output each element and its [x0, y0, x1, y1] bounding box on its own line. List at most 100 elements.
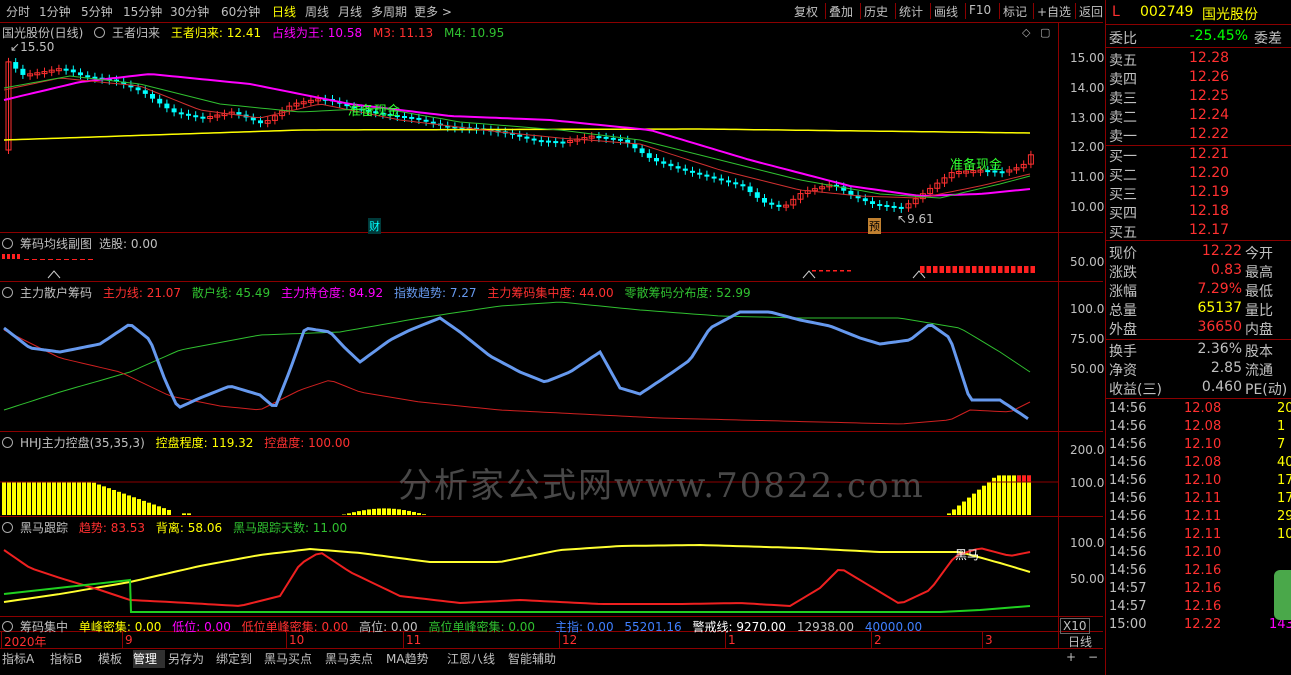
- tick-volume: 29: [1277, 509, 1291, 524]
- bottom-tab[interactable]: 管理: [133, 650, 165, 668]
- candle-body: [862, 198, 868, 202]
- candle-body: [704, 174, 710, 177]
- indicator-value: 单峰密集: 0.00: [78, 620, 162, 634]
- tick-volume: 1: [1277, 419, 1286, 434]
- label: 换手: [1109, 344, 1137, 360]
- bottom-tab[interactable]: 指标B: [50, 650, 95, 668]
- bottom-tab[interactable]: MA趋势: [386, 650, 444, 668]
- tick-time: 14:56: [1109, 509, 1147, 524]
- date-label: 2: [874, 633, 882, 647]
- tick-time: 14:56: [1109, 401, 1147, 416]
- panel-title: 黑马跟踪: [20, 521, 69, 535]
- tick-volume: 107: [1277, 527, 1291, 542]
- axis-label: 100.0: [1070, 476, 1105, 490]
- candle-body: [531, 138, 537, 141]
- candle-body: [178, 112, 184, 115]
- label: 买四: [1109, 206, 1137, 222]
- divider: [0, 648, 1103, 649]
- bottom-tab[interactable]: 指标A: [2, 650, 47, 668]
- panel-menu-icon[interactable]: [2, 522, 13, 533]
- high-price-marker: ↙15.50: [10, 40, 55, 54]
- darkhorse-days-line: [3, 578, 1031, 613]
- panel-menu-icon[interactable]: [94, 27, 106, 38]
- main-panel-header: 国光股份(日线) 王者归来 王者归来: 12.41 占线为王: 10.58 M3…: [2, 24, 511, 41]
- side-widget[interactable]: [1274, 570, 1291, 620]
- panel-menu-icon[interactable]: [2, 287, 13, 298]
- zoom-out-button[interactable]: −: [1088, 650, 1098, 664]
- ma-line-yellow: [3, 128, 1031, 141]
- tick-time: 14:56: [1109, 563, 1147, 578]
- tick-row: 14:56 12.10 17: [1109, 473, 1291, 491]
- tick-row: 14:56 12.16: [1109, 563, 1291, 581]
- bottom-tab[interactable]: 智能辅助: [508, 650, 566, 668]
- tick-row: 14:56 12.11 107: [1109, 527, 1291, 545]
- candle-body: [200, 116, 206, 119]
- finance-marker[interactable]: 财: [368, 218, 381, 234]
- indicator-name: 王者归来: [112, 26, 161, 40]
- indicator-value: 零散筹码分布度: 52.99: [624, 286, 751, 300]
- zoom-in-button[interactable]: +: [1066, 650, 1076, 664]
- indicator-value: 主力线: 21.07: [102, 286, 182, 300]
- candle-body: [150, 94, 155, 99]
- tick-volume: 17: [1277, 491, 1291, 506]
- candle-body: [661, 161, 667, 164]
- expand-icon[interactable]: ▢: [1040, 26, 1050, 39]
- label: 涨幅: [1109, 284, 1137, 300]
- deviation-line: [3, 543, 1031, 603]
- candle-body: [747, 186, 753, 193]
- trend-line: [3, 547, 1031, 608]
- candle-body: [416, 117, 422, 120]
- indicator-value: 高位单峰密集: 0.00: [428, 620, 536, 634]
- bottom-tab[interactable]: 江恩八线: [447, 650, 505, 668]
- axis-label: 100.0: [1070, 302, 1105, 316]
- price: 12.22: [1189, 126, 1230, 142]
- bottom-tab[interactable]: 绑定到: [216, 650, 261, 668]
- concentration-panel-header: 筹码集中 单峰密集: 0.00 低位: 0.00 低位单峰密集: 0.00 高位…: [2, 618, 542, 635]
- ma-line-red: [3, 77, 1031, 199]
- panel-title: 筹码集中: [20, 620, 69, 634]
- label: 最低: [1245, 284, 1273, 300]
- indicator-value: 55201.16: [624, 620, 682, 634]
- panel-menu-icon[interactable]: [2, 437, 13, 448]
- label: 买五: [1109, 225, 1137, 241]
- bottom-tab[interactable]: 黑马买点: [264, 650, 322, 668]
- label: PE(动): [1245, 382, 1288, 398]
- candle-body: [718, 178, 724, 181]
- chart-canvas[interactable]: [0, 0, 1058, 648]
- retail-line: [3, 301, 1031, 411]
- price: 12.17: [1189, 222, 1230, 238]
- axis-label: 50.00: [1070, 572, 1105, 586]
- bottom-tab[interactable]: 另存为: [168, 650, 213, 668]
- tick-time: 14:56: [1109, 419, 1147, 434]
- toolbar-button[interactable]: 返回: [1079, 3, 1103, 20]
- indicator-value: 低位单峰密集: 0.00: [241, 620, 349, 634]
- diamond-icon[interactable]: ◇: [1022, 26, 1030, 39]
- tick-row: 14:56 12.10 7: [1109, 437, 1291, 455]
- forecast-marker[interactable]: 预: [868, 218, 881, 234]
- indicator-value: 高位: 0.00: [359, 620, 418, 634]
- ask-row: 卖五 12.28: [1109, 50, 1291, 69]
- label: 委比: [1109, 31, 1137, 47]
- bottom-tab[interactable]: 模板: [98, 650, 130, 668]
- candle-body: [13, 62, 19, 69]
- panel-title: 主力散户筹码: [20, 286, 93, 300]
- bid-row: 买二 12.20: [1109, 165, 1291, 184]
- tick-price: 12.10: [1184, 473, 1222, 488]
- stat-row: 换手 2.36% 股本: [1109, 341, 1291, 360]
- bid-row: 买一 12.21: [1109, 146, 1291, 165]
- panel-menu-icon[interactable]: [2, 238, 13, 249]
- zoom-indicator[interactable]: X10: [1060, 618, 1090, 634]
- tick-time: 15:00: [1109, 617, 1147, 632]
- ask-row: 卖三 12.25: [1109, 88, 1291, 107]
- axis-label: 50.00: [1070, 362, 1105, 376]
- panel-menu-icon[interactable]: [2, 621, 13, 632]
- chip-markers: [2, 254, 1035, 279]
- indicator-value: 背离: 58.06: [155, 521, 223, 535]
- label: 量比: [1245, 303, 1273, 319]
- candle-body: [20, 68, 26, 75]
- indicator-value: 黑马跟踪天数: 11.00: [232, 521, 348, 535]
- indicator-value: 12938.00: [796, 620, 855, 634]
- candle-body: [409, 116, 415, 119]
- bottom-tab[interactable]: 黑马卖点: [325, 650, 383, 668]
- hhj-panel-header: HHJ主力控盘(35,35,3) 控盘程度: 119.32 控盘度: 100.0…: [2, 434, 357, 451]
